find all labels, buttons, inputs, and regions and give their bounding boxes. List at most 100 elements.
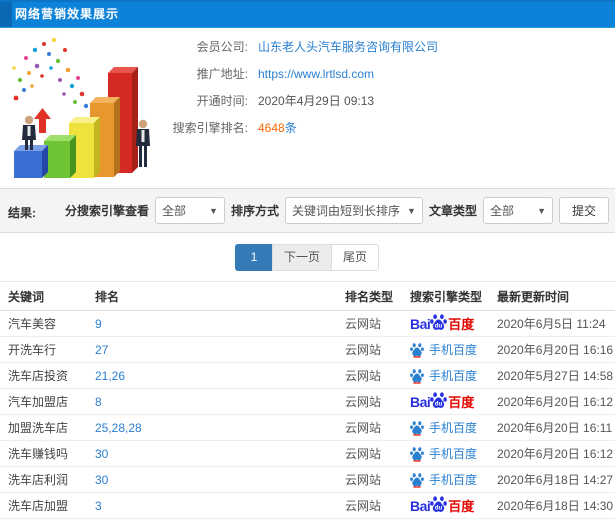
engine-rank-unit: 条: [284, 121, 297, 135]
article-type-label: 文章类型: [428, 204, 477, 218]
rank-type-cell: 云网站: [345, 317, 382, 331]
rank-link[interactable]: 30: [95, 473, 108, 487]
table-row: 汽车加盟店 8 云网站 Baidu百度 手机百度 2020年6月20日 16:1…: [0, 389, 615, 415]
engine-rank-label: 搜索引擎排名:: [172, 121, 248, 135]
member-company-row: 会员公司: 山东老人头汽车服务咨询有限公司: [168, 33, 438, 60]
company-label: 会员公司:: [196, 40, 248, 54]
results-table: 关键词 排名 排名类型 搜索引擎类型 最新更新时间 汽车美容 9 云网站 Bai…: [0, 281, 615, 519]
keyword-cell: 开洗车行: [8, 343, 57, 357]
keyword-cell: 洗车赚钱吗: [8, 447, 69, 461]
mobile-baidu-icon: 手机百度: [410, 419, 477, 436]
table-row: 汽车美容 9 云网站 Baidu百度 手机百度 2020年6月5日 11:24: [0, 311, 615, 337]
updated-cell: 2020年6月20日 16:12: [497, 447, 614, 461]
filter-controls: 分搜索引擎查看 全部 ▼ 排序方式 关键词由短到长排序 ▼ 文章类型 全部 ▼ 提交: [65, 197, 609, 224]
chevron-down-icon: ▼: [537, 205, 546, 216]
updated-cell: 2020年6月20日 16:12: [497, 395, 614, 409]
rank-link[interactable]: 8: [95, 395, 102, 409]
header-engine-type: 搜索引擎类型: [410, 289, 483, 304]
baidu-logo: Bai du 百度: [410, 497, 475, 514]
last-page-button[interactable]: 尾页: [331, 243, 380, 271]
updated-cell: 2020年6月20日 16:16: [497, 343, 614, 357]
rank-type-cell: 云网站: [345, 499, 382, 513]
search-engine-cell: Baidu百度 手机百度: [410, 415, 497, 440]
engine-view-select[interactable]: 全部 ▼: [154, 197, 225, 224]
keyword-cell: 汽车美容: [8, 317, 57, 331]
member-info-list: 会员公司: 山东老人头汽车服务咨询有限公司 推广地址: https://www.…: [168, 33, 438, 141]
svg-text:du: du: [435, 401, 443, 408]
filter-bar: 结果: 分搜索引擎查看 全部 ▼ 排序方式 关键词由短到长排序 ▼ 文章类型 全部 ▼…: [0, 188, 615, 233]
keyword-cell: 汽车加盟店: [8, 395, 69, 409]
header-rank: 排名: [95, 289, 120, 304]
keyword-cell: 加盟洗车店: [8, 421, 69, 435]
svg-text:du: du: [435, 505, 443, 512]
mobile-baidu-icon: 手机百度: [410, 471, 477, 488]
search-engine-cell: Baidu百度 手机百度: [410, 363, 497, 388]
table-row: 洗车店投资 21,26 云网站 Baidu百度 手机百度 2020年5月27日 …: [0, 363, 615, 389]
search-engine-cell: Baidu百度 手机百度: [410, 311, 497, 336]
keyword-cell: 洗车店投资: [8, 369, 69, 383]
rank-type-cell: 云网站: [345, 369, 382, 383]
engine-rank-row: 搜索引擎排名: 4648条: [168, 114, 438, 141]
search-engine-cell: Baidu百度 手机百度: [410, 467, 497, 492]
baidu-logo: Bai du 百度: [410, 315, 475, 332]
rank-link[interactable]: 3: [95, 499, 102, 513]
search-engine-cell: Baidu百度 手机百度: [410, 493, 497, 518]
rank-link[interactable]: 21,26: [95, 369, 125, 383]
search-engine-cell: Baidu百度 手机百度: [410, 389, 497, 414]
bar-green: [44, 135, 76, 178]
open-time-value: 2020年4月29日 09:13: [258, 94, 375, 108]
header-updated: 最新更新时间: [497, 289, 570, 304]
businessman-left: [22, 115, 36, 150]
title-bar: 网络营销效果展示: [0, 0, 615, 28]
header-keyword: 关键词: [8, 289, 45, 304]
header-rank-type: 排名类型: [345, 289, 394, 304]
updated-cell: 2020年6月18日 14:30: [497, 499, 614, 513]
article-type-select[interactable]: 全部 ▼: [482, 197, 553, 224]
mobile-baidu-icon: 手机百度: [410, 367, 477, 384]
promo-url-label: 推广地址:: [196, 67, 248, 81]
open-time-row: 开通时间: 2020年4月29日 09:13: [168, 87, 438, 114]
company-link[interactable]: 山东老人头汽车服务咨询有限公司: [258, 38, 438, 55]
updated-cell: 2020年5月27日 14:58: [497, 369, 614, 383]
keyword-cell: 洗车店利润: [8, 473, 69, 487]
rank-link[interactable]: 9: [95, 317, 102, 331]
rank-type-cell: 云网站: [345, 473, 382, 487]
rank-type-cell: 云网站: [345, 447, 382, 461]
search-engine-cell: Baidu百度 手机百度: [410, 337, 497, 362]
updated-cell: 2020年6月18日 14:27: [497, 473, 614, 487]
table-body: 汽车美容 9 云网站 Baidu百度 手机百度 2020年6月5日 11:24 …: [0, 311, 615, 519]
confetti-dots: [12, 37, 89, 109]
rank-type-cell: 云网站: [345, 343, 382, 357]
businessman-right: [136, 119, 150, 167]
open-time-label: 开通时间:: [196, 94, 248, 108]
table-row: 开洗车行 27 云网站 Baidu百度 手机百度 2020年6月20日 16:1…: [0, 337, 615, 363]
table-row: 加盟洗车店 25,28,28 云网站 Baidu百度 手机百度 2020年6月2…: [0, 415, 615, 441]
rank-type-cell: 云网站: [345, 421, 382, 435]
table-header-row: 关键词 排名 排名类型 搜索引擎类型 最新更新时间: [0, 281, 615, 311]
keyword-cell: 洗车店加盟: [8, 499, 69, 513]
updated-cell: 2020年6月20日 16:11: [497, 421, 613, 435]
rank-link[interactable]: 30: [95, 447, 108, 461]
rank-type-cell: 云网站: [345, 395, 382, 409]
engine-rank-count: 4648: [258, 121, 285, 135]
result-label: 结果:: [8, 206, 36, 220]
baidu-logo: Bai du 百度: [410, 393, 475, 410]
next-page-button[interactable]: 下一页: [271, 243, 332, 271]
promo-url-link[interactable]: https://www.lrtlsd.com: [258, 67, 374, 81]
sort-label: 排序方式: [230, 204, 279, 218]
pagination: 1 下一页 尾页: [0, 233, 615, 281]
submit-button[interactable]: 提交: [558, 197, 609, 224]
promo-url-row: 推广地址: https://www.lrtlsd.com: [168, 60, 438, 87]
table-row: 洗车赚钱吗 30 云网站 Baidu百度 手机百度 2020年6月20日 16:…: [0, 441, 615, 467]
sort-select[interactable]: 关键词由短到长排序 ▼: [284, 197, 423, 224]
page-title: 网络营销效果展示: [15, 7, 120, 21]
table-row: 洗车店利润 30 云网站 Baidu百度 手机百度 2020年6月18日 14:…: [0, 467, 615, 493]
rank-link[interactable]: 27: [95, 343, 108, 357]
mobile-baidu-icon: 手机百度: [410, 445, 477, 462]
engine-view-label: 分搜索引擎查看: [64, 204, 149, 218]
rank-link[interactable]: 25,28,28: [95, 421, 142, 435]
marketing-report-window: 网络营销效果展示 会员公司: 山东老人头汽车服务咨询有限公司 推广地址: htt…: [0, 0, 615, 520]
up-arrow-icon: [34, 108, 51, 133]
page-1-button[interactable]: 1: [234, 243, 273, 271]
updated-cell: 2020年6月5日 11:24: [497, 317, 606, 331]
